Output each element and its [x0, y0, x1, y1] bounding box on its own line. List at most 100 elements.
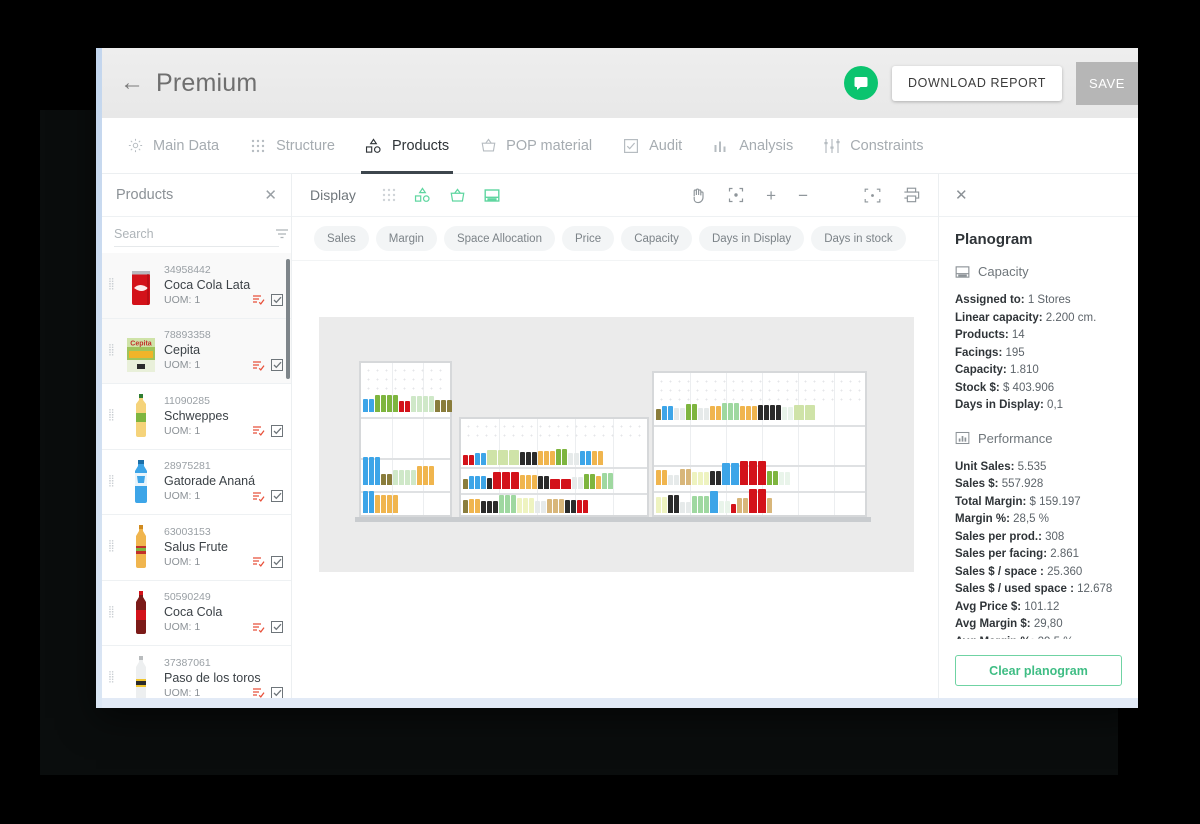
- product-list-scrollbar[interactable]: [286, 259, 290, 379]
- products-panel-title: Products: [116, 187, 174, 203]
- assortment-list-icon[interactable]: [252, 294, 265, 306]
- zoom-out-icon[interactable]: −: [798, 187, 808, 204]
- row-checkbox[interactable]: [271, 490, 283, 503]
- chip-sales[interactable]: Sales: [314, 226, 369, 251]
- chip-margin[interactable]: Margin: [375, 226, 437, 251]
- download-report-button[interactable]: DOWNLOAD REPORT: [892, 65, 1062, 101]
- list-item[interactable]: ⠿ ⠿ 37387061 Paso de los toros UOM: 1: [102, 646, 291, 698]
- stat-label: Sales $ / used space :: [955, 583, 1074, 595]
- shelf-bay-middle[interactable]: [459, 417, 649, 517]
- assortment-list-icon[interactable]: [252, 425, 265, 437]
- chip-days-in-display[interactable]: Days in Display: [698, 226, 805, 251]
- row-checkbox[interactable]: [271, 293, 283, 306]
- list-item[interactable]: ⠿ ⠿ 63003153 Salus Frute UOM: 1: [102, 515, 291, 581]
- row-checkbox[interactable]: [271, 555, 283, 568]
- clear-planogram-button[interactable]: Clear planogram: [955, 655, 1122, 686]
- tab-label: Main Data: [153, 137, 220, 154]
- chip-days-in-stock[interactable]: Days in stock: [811, 226, 906, 251]
- stat-value: 12.678: [1077, 583, 1113, 595]
- close-icon[interactable]: ✕: [955, 188, 968, 203]
- stat-sales-dollars: Sales $: 557.928: [955, 476, 1122, 494]
- tab-audit[interactable]: Audit: [622, 118, 682, 174]
- product-list-inner: ⠿ ⠿ 34958442 Coca Cola Lata UOM: 1 ⠿ ⠿ C…: [102, 253, 291, 698]
- row-checkbox[interactable]: [271, 621, 283, 634]
- stat-sales-per-space: Sales $ / space : 25.360: [955, 564, 1122, 582]
- drag-handle-icon[interactable]: ⠿ ⠿: [108, 671, 118, 685]
- shelf-bay-right[interactable]: [652, 371, 867, 517]
- stat-days-in-display: Days in Display: 0,1: [955, 397, 1122, 415]
- close-icon[interactable]: ✕: [264, 188, 277, 203]
- product-name: Coca Cola Lata: [164, 277, 251, 292]
- planogram-canvas[interactable]: [319, 317, 914, 572]
- arrow-left-icon[interactable]: ←: [120, 71, 144, 95]
- stat-value: $ 403.906: [1002, 381, 1055, 394]
- print-icon[interactable]: [903, 187, 920, 203]
- assortment-list-icon[interactable]: [252, 556, 265, 568]
- view-mode-grid-dots-icon[interactable]: [382, 188, 396, 202]
- assortment-list-icon[interactable]: [252, 360, 265, 371]
- save-button[interactable]: SAVE: [1076, 61, 1138, 105]
- title-bar-actions: DOWNLOAD REPORT SAVE: [844, 61, 1138, 105]
- stat-value: 101.12: [1024, 600, 1060, 613]
- shelf-bay-left[interactable]: [359, 361, 452, 517]
- list-item[interactable]: ⠿ ⠿ 34958442 Coca Cola Lata UOM: 1: [102, 253, 291, 319]
- drag-handle-icon[interactable]: ⠿ ⠿: [108, 605, 118, 619]
- chip-space-allocation[interactable]: Space Allocation: [443, 226, 555, 251]
- assortment-list-icon[interactable]: [252, 622, 265, 633]
- stat-value: 195: [1005, 346, 1025, 359]
- zoom-in-icon[interactable]: +: [766, 187, 776, 204]
- tab-analysis[interactable]: Analysis: [712, 118, 793, 174]
- filter-icon[interactable]: [275, 228, 289, 240]
- list-item[interactable]: ⠿ ⠿ 28975281 Gatorade Ananá UOM: 1: [102, 449, 291, 515]
- stat-value: 28,5 %: [1013, 513, 1049, 525]
- stat-label: Total Margin:: [955, 495, 1027, 508]
- assortment-list-icon[interactable]: [252, 491, 265, 502]
- drag-handle-icon[interactable]: ⠿ ⠿: [108, 409, 118, 423]
- basket-icon: [479, 137, 497, 155]
- tab-constraints[interactable]: Constraints: [823, 118, 924, 174]
- row-checkbox[interactable]: [271, 424, 283, 437]
- section-label: Performance: [978, 430, 1053, 446]
- product-uom: UOM: 1: [164, 359, 201, 372]
- chip-capacity[interactable]: Capacity: [621, 226, 692, 251]
- bar-chart-icon: [955, 431, 970, 445]
- products-panel: Products ✕ ⠿⠿: [102, 174, 292, 698]
- fit-screen-icon[interactable]: [864, 188, 881, 203]
- assortment-list-icon[interactable]: [252, 687, 265, 698]
- view-mode-shapes-icon[interactable]: [414, 187, 431, 203]
- row-checkbox[interactable]: [271, 686, 283, 698]
- list-item[interactable]: ⠿ ⠿ 11090285 Schweppes UOM: 1: [102, 384, 291, 450]
- list-item[interactable]: ⠿ ⠿ Cepita 78893358 Cepita UOM: 1: [102, 318, 291, 384]
- stat-linear-capacity: Linear capacity: 2.200 cm.: [955, 310, 1122, 328]
- stat-value: 1.810: [1009, 364, 1039, 376]
- view-mode-group: [382, 187, 500, 204]
- row-checkbox[interactable]: [271, 359, 283, 372]
- view-mode-shelf-icon[interactable]: [484, 188, 500, 203]
- product-name: Salus Frute: [164, 539, 228, 554]
- tab-main-data[interactable]: Main Data: [126, 118, 219, 174]
- chat-bubble-icon[interactable]: [844, 66, 879, 100]
- list-item-meta: 50590249 Coca Cola UOM: 1: [164, 591, 283, 634]
- view-mode-basket-icon[interactable]: [449, 187, 466, 204]
- search-input[interactable]: [114, 227, 275, 241]
- chip-price[interactable]: Price: [561, 226, 615, 251]
- salus-bottle-thumb: [124, 524, 158, 570]
- tab-products[interactable]: Products: [360, 118, 454, 174]
- drag-handle-icon[interactable]: ⠿ ⠿: [108, 343, 118, 357]
- search-field[interactable]: [114, 227, 288, 247]
- tab-structure[interactable]: Structure: [249, 118, 335, 174]
- drag-handle-icon[interactable]: ⠿ ⠿: [108, 278, 118, 292]
- tab-label: POP material: [506, 137, 593, 154]
- canvas-tool-group: + −: [690, 187, 920, 204]
- tab-bar: Main Data Structure Products POP materia…: [102, 118, 1138, 174]
- planogram-stage[interactable]: [292, 261, 938, 698]
- tab-pop-material[interactable]: POP material: [479, 118, 592, 174]
- target-focus-icon[interactable]: [728, 187, 744, 203]
- page-title: Premium: [156, 68, 258, 97]
- hand-pan-icon[interactable]: [690, 187, 706, 204]
- drag-handle-icon[interactable]: ⠿ ⠿: [108, 474, 118, 488]
- list-item[interactable]: ⠿ ⠿ 50590249 Coca Cola UOM: 1: [102, 580, 291, 646]
- tab-label: Structure: [276, 137, 335, 154]
- product-list[interactable]: ⠿ ⠿ 34958442 Coca Cola Lata UOM: 1 ⠿ ⠿ C…: [102, 253, 291, 698]
- drag-handle-icon[interactable]: ⠿ ⠿: [108, 540, 118, 554]
